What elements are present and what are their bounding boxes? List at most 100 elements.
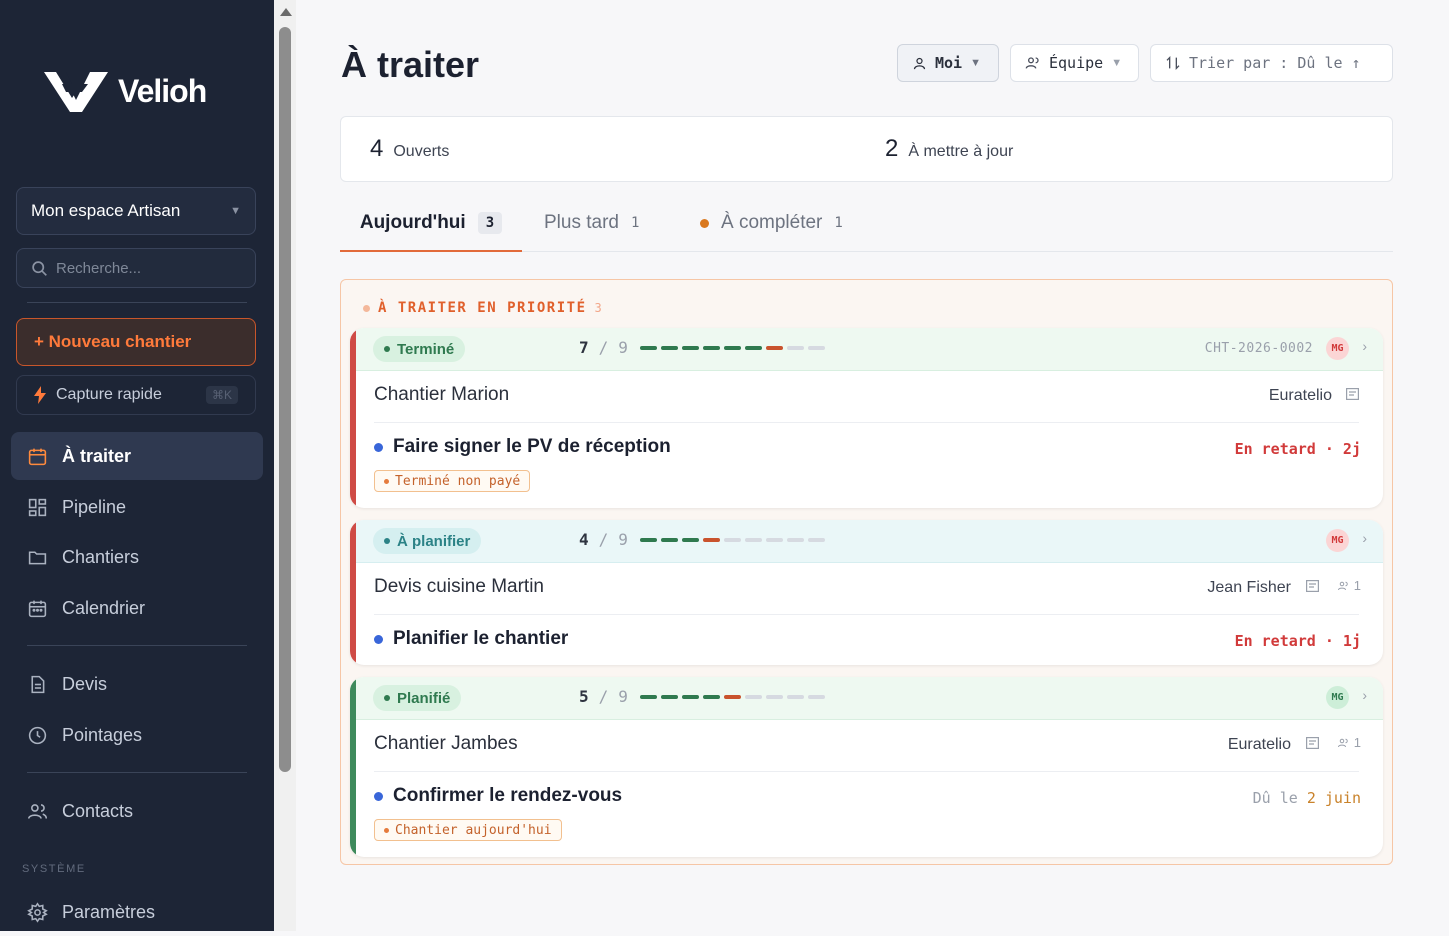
stat-update[interactable]: 2 À mettre à jour: [885, 135, 1013, 163]
project-title[interactable]: Chantier Jambes: [374, 733, 518, 755]
chevron-right-icon[interactable]: ›: [1362, 530, 1367, 546]
client-name: Jean Fisher: [1207, 579, 1291, 596]
status-label: À planifier: [397, 532, 471, 550]
note-icon[interactable]: [1306, 737, 1319, 749]
tab-label: À compléter: [721, 212, 823, 233]
sidebar-item-label: Calendrier: [62, 597, 146, 618]
progress-segment: [660, 537, 678, 542]
chevron-down-icon: ▼: [230, 205, 241, 217]
divider: [374, 422, 1359, 423]
card-header: À planifier 4 / 9 MG ›: [356, 520, 1383, 563]
folder-icon: [28, 550, 47, 564]
project-title[interactable]: Devis cuisine Martin: [374, 576, 544, 598]
chevron-right-icon[interactable]: ›: [1362, 687, 1367, 703]
workspace-label: Mon espace Artisan: [31, 201, 181, 220]
progress-segment: [786, 345, 804, 350]
progress-indicator: 4 / 9: [579, 530, 825, 549]
task-label: Planifier le chantier: [393, 628, 569, 649]
progress-segment: [723, 537, 741, 542]
priority-dot-icon: [363, 304, 370, 312]
assignees[interactable]: 1: [1337, 735, 1361, 750]
progress-segment: [807, 345, 825, 350]
tab-count-badge: 3: [477, 211, 503, 234]
sidebar-item-label: À traiter: [62, 445, 132, 466]
sidebar-item-a-traiter[interactable]: À traiter: [11, 432, 263, 480]
stat-open[interactable]: 4 Ouverts: [370, 135, 449, 163]
search-input[interactable]: Recherche...: [16, 248, 256, 288]
progress-done: 7: [579, 338, 589, 357]
new-project-button[interactable]: + Nouveau chantier: [16, 318, 256, 366]
progress-segment: [723, 345, 741, 350]
sidebar-item-calendrier[interactable]: Calendrier: [11, 584, 263, 632]
divider: [374, 614, 1359, 615]
assignee-count: 1: [1353, 578, 1361, 593]
warning-chip: Terminé non payé: [374, 470, 531, 492]
progress-separator: /: [598, 687, 609, 706]
status-label: Terminé: [397, 340, 455, 358]
divider: [27, 645, 247, 646]
scroll-up-arrow-icon[interactable]: [280, 8, 292, 16]
workspace-selector[interactable]: Mon espace Artisan ▼: [16, 187, 256, 235]
quick-capture-button[interactable]: Capture rapide ⌘K: [16, 375, 256, 415]
progress-separator: /: [598, 530, 609, 549]
project-card[interactable]: Planifié 5 / 9 MG › Chantier Jambes Eura…: [350, 677, 1383, 857]
sidebar-item-pointages[interactable]: Pointages: [11, 711, 263, 759]
chip-label: Chantier aujourd'hui: [395, 822, 552, 838]
tab-aujourdhui[interactable]: Aujourd'hui 3: [340, 195, 522, 252]
sidebar-item-contacts[interactable]: Contacts: [11, 787, 263, 835]
progress-segment: [639, 537, 657, 542]
client-name: Euratelio: [1227, 736, 1291, 753]
sidebar-item-devis[interactable]: Devis: [11, 660, 263, 708]
status-badge: Terminé: [373, 336, 466, 362]
progress-segment: [702, 694, 720, 699]
tab-label: Aujourd'hui: [359, 211, 466, 233]
progress-segment: [744, 345, 762, 350]
tab-plus-tard[interactable]: Plus tard 1: [544, 195, 639, 251]
sort-button[interactable]: Trier par : Dû le ↑: [1150, 44, 1393, 82]
task-item[interactable]: Planifier le chantier: [374, 628, 568, 650]
card-header: Terminé 7 / 9 CHT-2026-0002 MG ›: [356, 328, 1383, 371]
priority-header: À TRAITER EN PRIORITÉ 3: [363, 300, 603, 316]
due-status: En retard · 2j: [1234, 440, 1361, 458]
sidebar: Velioh Mon espace Artisan ▼ Recherche...…: [0, 0, 274, 931]
filter-team-button[interactable]: Équipe ▼: [1010, 44, 1139, 82]
project-title[interactable]: Chantier Marion: [374, 384, 509, 406]
progress-done: 5: [579, 687, 589, 706]
note-icon[interactable]: [1306, 580, 1319, 592]
project-card[interactable]: À planifier 4 / 9 MG › Devis cuisine Mar…: [350, 520, 1383, 665]
stat-open-count: 4: [370, 135, 384, 162]
scroll-thumb[interactable]: [279, 27, 291, 772]
progress-segment: [681, 537, 699, 542]
status-label: Planifié: [397, 689, 451, 707]
progress-total: 9: [618, 687, 628, 706]
chevron-right-icon[interactable]: ›: [1362, 338, 1367, 354]
filter-me-button[interactable]: Moi ▼: [897, 44, 999, 82]
scrollbar[interactable]: [274, 0, 296, 931]
search-placeholder: Recherche...: [56, 259, 142, 277]
progress-segment: [807, 537, 825, 542]
brand-logo[interactable]: Velioh: [42, 68, 207, 114]
sort-label: Trier par : Dû le ↑: [1189, 54, 1361, 72]
project-card[interactable]: Terminé 7 / 9 CHT-2026-0002 MG › Chantie…: [350, 328, 1383, 508]
task-label: Faire signer le PV de réception: [393, 436, 671, 457]
avatar[interactable]: MG: [1326, 686, 1349, 709]
task-item[interactable]: Faire signer le PV de réception: [374, 436, 671, 458]
chip-dot-icon: [384, 478, 389, 484]
sidebar-item-chantiers[interactable]: Chantiers: [11, 533, 263, 581]
section-label-systeme: SYSTÈME: [22, 863, 86, 875]
note-icon[interactable]: [1346, 388, 1359, 400]
task-item[interactable]: Confirmer le rendez-vous: [374, 785, 622, 807]
sidebar-item-label: Pointages: [62, 724, 143, 745]
sidebar-item-parametres[interactable]: Paramètres: [11, 888, 263, 936]
avatar[interactable]: MG: [1326, 529, 1349, 552]
due-status: En retard · 1j: [1234, 632, 1361, 650]
progress-bar: [639, 694, 825, 699]
shortcut-badge: ⌘K: [205, 386, 238, 404]
progress-total: 9: [618, 338, 628, 357]
assignees[interactable]: 1: [1337, 578, 1361, 593]
sidebar-item-pipeline[interactable]: Pipeline: [11, 483, 263, 531]
tab-a-completer[interactable]: À compléter 1: [700, 195, 843, 251]
avatar[interactable]: MG: [1326, 337, 1349, 360]
progress-indicator: 5 / 9: [579, 687, 825, 706]
progress-segment: [744, 537, 762, 542]
